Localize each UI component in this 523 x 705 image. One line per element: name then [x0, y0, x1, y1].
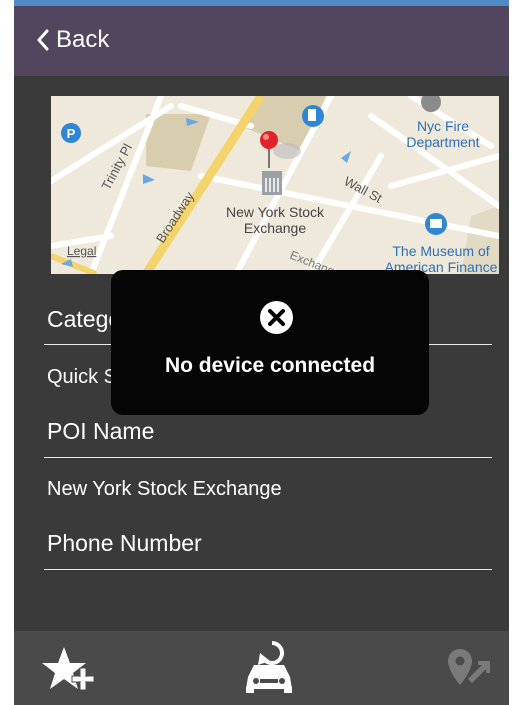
map-view[interactable]: P Trinity Pl Broadway Wall St Exchange N… — [51, 96, 499, 274]
nyse-label-line1: New York Stock — [226, 204, 325, 220]
poi-name-label: POI Name — [47, 418, 155, 444]
back-label: Back — [56, 26, 110, 53]
parking-label: P — [67, 126, 76, 141]
toast-popup: No device connected — [111, 270, 429, 415]
car-download-icon — [246, 641, 292, 693]
send-to-car-button[interactable] — [242, 639, 298, 697]
navigation-bar: Back — [14, 6, 509, 76]
red-pin-icon — [260, 131, 278, 149]
toast-message: No device connected — [164, 354, 376, 377]
location-send-icon — [448, 649, 490, 685]
share-location-button[interactable] — [442, 639, 498, 697]
star-add-icon — [42, 647, 95, 691]
close-circle-icon — [260, 301, 293, 334]
phone-number-label: Phone Number — [47, 530, 202, 556]
back-button[interactable]: Back — [36, 26, 109, 54]
nyse-label-line2: Exchange — [244, 220, 306, 236]
divider — [44, 569, 492, 570]
legal-link[interactable]: Legal — [67, 244, 96, 258]
screen: Back P Trinity Pl Broadway Wall St Excha… — [14, 0, 509, 705]
add-favorite-button[interactable] — [42, 639, 98, 697]
poi-name-value[interactable]: New York Stock Exchange — [47, 478, 282, 501]
museum-label-line1: The Museum of — [392, 243, 489, 259]
fire-dept-label-line2: Department — [406, 134, 479, 150]
chevron-left-icon — [37, 29, 49, 51]
bottom-toolbar — [14, 631, 509, 705]
fire-dept-label-line1: Nyc Fire — [417, 118, 469, 134]
divider — [44, 457, 492, 458]
